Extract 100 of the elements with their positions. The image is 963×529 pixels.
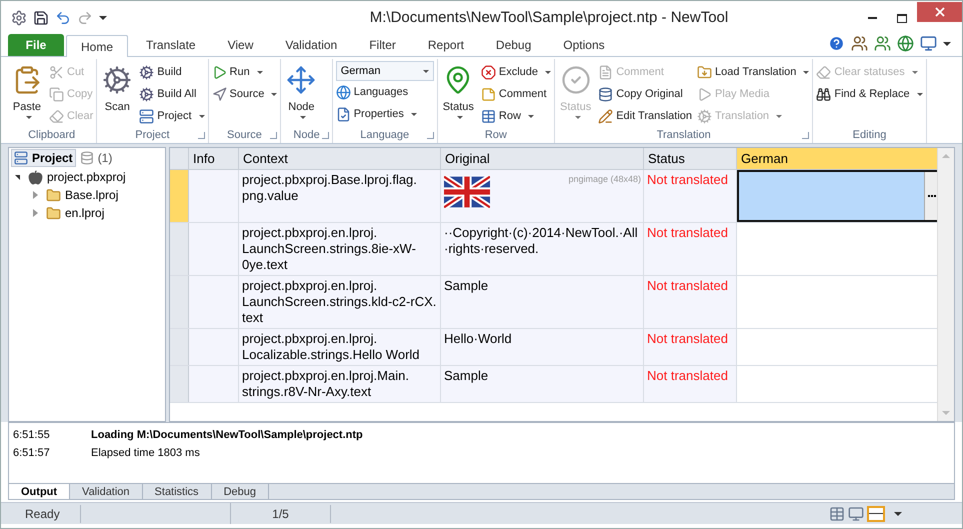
panel-tab[interactable]: Project [11, 149, 76, 167]
ribbon-tab[interactable]: Debug [482, 34, 546, 56]
ribbon-small-button[interactable]: Build All [139, 83, 205, 105]
ribbon-small-button[interactable]: Copy Original [598, 83, 692, 105]
original-cell: Sample [444, 368, 488, 383]
ribbon-large-button[interactable]: Status [440, 61, 476, 127]
status-cell: Not translated [647, 172, 728, 187]
split-view-icon[interactable] [867, 506, 885, 522]
expanded-arrow-icon[interactable] [15, 174, 20, 180]
globe-icon[interactable] [897, 35, 914, 52]
ribbon-button-icon [697, 64, 712, 80]
ribbon-button-icon [212, 86, 227, 102]
users-icon[interactable] [874, 35, 891, 52]
ribbon-small-button[interactable]: Exclude [480, 61, 552, 83]
dialog-launcher-icon[interactable] [322, 132, 329, 139]
original-cell: Sample [444, 278, 488, 293]
original-cell: ··Copyright·(c)·2014·NewTool.·All·rights·reserved. [444, 225, 638, 256]
monitor-icon[interactable] [920, 35, 937, 52]
customize-caret-icon[interactable] [99, 16, 107, 20]
ribbon-button-icon [560, 65, 591, 95]
tree-item[interactable]: Base.lproj [65, 186, 118, 204]
status-cell: Not translated [647, 368, 728, 383]
translation-editor[interactable] [737, 170, 940, 222]
dropdown-caret-icon [198, 114, 205, 118]
dropdown-caret-icon [271, 92, 278, 96]
tree-item[interactable]: en.lproj [65, 204, 104, 222]
ribbon-button-icon [816, 64, 832, 80]
ribbon-tab[interactable]: Validation [271, 34, 352, 56]
column-header[interactable]: German [737, 148, 940, 169]
union-flag-drawing [444, 176, 490, 208]
ribbon-small-button[interactable]: Run [212, 61, 278, 83]
ribbon-group-label: Source [227, 128, 262, 143]
ribbon-tab[interactable]: Options [549, 34, 619, 56]
folder-icon [46, 206, 61, 220]
dialog-launcher-icon[interactable] [802, 132, 810, 139]
ribbon-large-button[interactable]: Scan [100, 61, 134, 127]
dropdown-caret-icon [256, 70, 263, 74]
customize-caret-icon[interactable] [894, 512, 902, 516]
column-header[interactable]: Context [239, 148, 441, 169]
ribbon-small-button[interactable]: Row [480, 105, 552, 127]
ribbon-tab[interactable]: Translate [132, 34, 210, 56]
database-icon [80, 151, 94, 165]
ribbon-group-label: Row [484, 128, 507, 143]
ribbon-large-button[interactable]: Node [284, 61, 318, 127]
dialog-launcher-icon[interactable] [426, 132, 434, 139]
column-header[interactable]: Original [441, 148, 644, 169]
ribbon-small-button[interactable]: Properties [336, 103, 434, 125]
ribbon-button-icon [480, 108, 496, 124]
ribbon-small-button[interactable]: Project [139, 105, 205, 127]
ribbon-button-icon [697, 86, 712, 102]
ribbon-large-button[interactable]: Paste [10, 61, 44, 127]
window-title: M:\Documents\NewTool\Sample\project.ntp - NewTool [368, 8, 730, 28]
dropdown-caret-icon [916, 92, 923, 96]
panel-tab[interactable]: (1) [78, 149, 114, 167]
file-tab[interactable]: File [8, 34, 64, 56]
dropdown-caret-icon [300, 116, 306, 118]
settings-icon[interactable] [11, 10, 27, 26]
ribbon-button-icon [598, 86, 614, 102]
output-tab[interactable]: Debug [212, 484, 269, 499]
dropdown-caret-icon [803, 70, 810, 74]
help-icon[interactable] [828, 35, 845, 52]
collapsed-arrow-icon[interactable] [33, 191, 38, 199]
dropdown-caret-icon [26, 116, 32, 118]
ribbon-small-button[interactable]: Build [139, 61, 205, 83]
output-tab[interactable]: Statistics [142, 484, 212, 499]
output-tab[interactable]: Validation [70, 484, 143, 499]
grid-view-icon[interactable] [829, 506, 845, 522]
preview-icon[interactable] [848, 506, 864, 522]
ribbon-small-button[interactable]: Edit Translation [598, 105, 692, 127]
language-dropdown[interactable]: German [336, 61, 434, 81]
users-icon[interactable] [851, 35, 868, 52]
ellipsis-button[interactable] [924, 172, 938, 220]
ribbon-button-icon [598, 64, 614, 80]
ribbon-button-icon [816, 86, 832, 102]
customize-caret-icon[interactable] [943, 42, 951, 46]
collapsed-arrow-icon[interactable] [33, 209, 38, 217]
ribbon-small-button[interactable]: Languages [336, 81, 434, 103]
dialog-launcher-icon[interactable] [270, 132, 278, 139]
ribbon-small-button[interactable]: Load Translation [697, 61, 810, 83]
log-message: Loading M:\Documents\NewTool\Sample\project.ntp [91, 428, 363, 443]
column-header[interactable]: Info [189, 148, 239, 169]
ribbon-tab[interactable]: Report [414, 34, 478, 56]
ribbon-small-button[interactable]: Source [212, 83, 278, 105]
ribbon-tab[interactable]: Filter [355, 34, 410, 56]
tree-item[interactable]: project.pbxproj [47, 168, 126, 186]
dropdown-caret-icon [912, 70, 918, 74]
close-button[interactable] [917, 2, 962, 22]
ribbon-small-button[interactable]: Find & Replace [816, 83, 923, 105]
ribbon-small-button[interactable]: Comment [480, 83, 552, 105]
undo-icon[interactable] [55, 10, 71, 26]
context-cell: project.pbxproj.en.lproj.Main.strings.r8V-Nr-Axy.text [242, 368, 409, 399]
ribbon-tab[interactable]: View [214, 34, 268, 56]
redo-icon[interactable] [77, 10, 93, 26]
ribbon-tab[interactable]: Home [66, 35, 128, 57]
context-cell: project.pbxproj.en.lproj.Localizable.strings.Hello World [242, 331, 420, 362]
dropdown-caret-icon [545, 70, 552, 74]
ribbon-button-icon [480, 86, 496, 102]
output-tab[interactable]: Output [9, 484, 70, 499]
save-icon[interactable] [33, 10, 49, 26]
dialog-launcher-icon[interactable] [198, 132, 205, 139]
